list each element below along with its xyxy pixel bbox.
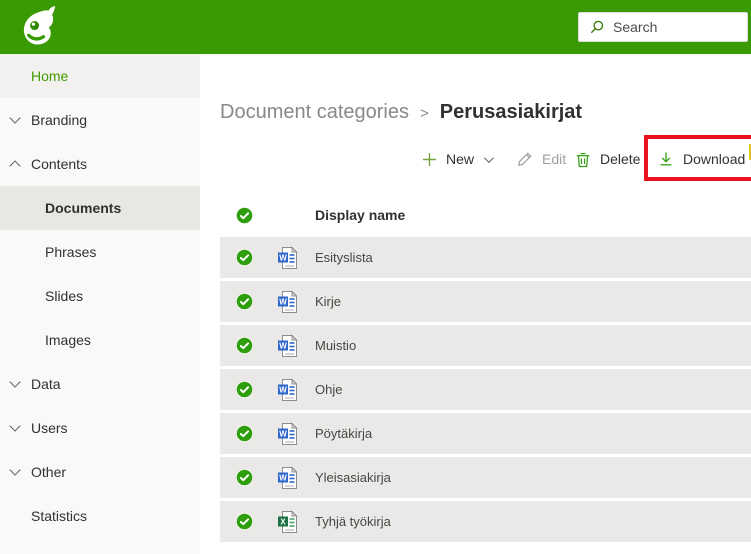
- sidebar-item-images[interactable]: Images: [0, 318, 200, 362]
- sidebar-item-home[interactable]: Home: [0, 54, 200, 98]
- selected-check-icon[interactable]: [236, 381, 253, 398]
- selected-check-icon[interactable]: [236, 249, 253, 266]
- selected-check-icon[interactable]: [236, 425, 253, 442]
- chevron-down-icon: [9, 464, 20, 475]
- selected-check-icon[interactable]: [236, 513, 253, 530]
- search-icon: [589, 19, 605, 35]
- sidebar-item-branding[interactable]: Branding: [0, 98, 200, 142]
- sidebar-item-label: Slides: [45, 288, 83, 304]
- sidebar: Home Branding Contents Documents Phrases…: [0, 54, 200, 554]
- svg-text:W: W: [279, 473, 287, 482]
- download-button-label: Download: [683, 151, 745, 167]
- word-file-icon: W: [277, 422, 298, 446]
- sidebar-item-users[interactable]: Users: [0, 406, 200, 450]
- word-file-icon: W: [277, 466, 298, 490]
- selected-check-icon[interactable]: [236, 337, 253, 354]
- chevron-down-icon: [9, 420, 20, 431]
- search-input[interactable]: [613, 19, 747, 35]
- edit-button[interactable]: Edit: [517, 142, 566, 176]
- table-row[interactable]: W Kirje: [220, 281, 751, 322]
- document-name: Pöytäkirja: [315, 426, 372, 441]
- page-title: Perusasiakirjat: [440, 101, 582, 124]
- search-box[interactable]: [578, 12, 748, 42]
- svg-text:W: W: [279, 429, 287, 438]
- new-button[interactable]: New: [422, 142, 491, 176]
- trash-icon: [575, 151, 591, 168]
- edit-button-label: Edit: [542, 151, 566, 167]
- svg-text:W: W: [279, 341, 287, 350]
- sidebar-item-slides[interactable]: Slides: [0, 274, 200, 318]
- document-name: Ohje: [315, 382, 342, 397]
- svg-text:W: W: [279, 385, 287, 394]
- document-name: Tyhjä työkirja: [315, 514, 391, 529]
- pencil-icon: [517, 151, 533, 167]
- main-content: Document categories > Perusasiakirjat Ne…: [200, 54, 751, 554]
- table-row[interactable]: W Esityslista: [220, 237, 751, 278]
- sidebar-item-label: Documents: [45, 200, 121, 216]
- sidebar-item-label: Other: [31, 464, 66, 480]
- breadcrumb-parent-link[interactable]: Document categories: [220, 101, 409, 124]
- table-row[interactable]: X Tyhjä työkirja: [220, 501, 751, 542]
- chevron-up-icon: [9, 160, 20, 171]
- svg-text:W: W: [279, 297, 287, 306]
- chameleon-logo[interactable]: [18, 4, 58, 51]
- sidebar-item-other[interactable]: Other: [0, 450, 200, 494]
- sidebar-item-data[interactable]: Data: [0, 362, 200, 406]
- sidebar-item-contents[interactable]: Contents: [0, 142, 200, 186]
- select-all-check-icon[interactable]: [236, 207, 253, 224]
- column-header-display-name[interactable]: Display name: [315, 207, 405, 223]
- table-row[interactable]: W Pöytäkirja: [220, 413, 751, 454]
- document-name: Muistio: [315, 338, 356, 353]
- download-button[interactable]: Download: [658, 142, 745, 176]
- sidebar-item-statistics[interactable]: Statistics: [0, 494, 200, 538]
- sidebar-item-label: Branding: [31, 112, 87, 128]
- sidebar-item-label: Phrases: [45, 244, 96, 260]
- svg-text:W: W: [279, 253, 287, 262]
- sidebar-item-label: Contents: [31, 156, 87, 172]
- table-row[interactable]: W Yleisasiakirja: [220, 457, 751, 498]
- app-header: [0, 0, 751, 54]
- sidebar-item-phrases[interactable]: Phrases: [0, 230, 200, 274]
- sidebar-item-label: Home: [31, 68, 68, 84]
- sidebar-item-label: Statistics: [31, 508, 87, 524]
- sidebar-item-label: Images: [45, 332, 91, 348]
- svg-text:X: X: [280, 517, 286, 526]
- plus-icon: [422, 152, 437, 167]
- chevron-down-icon: [484, 153, 494, 163]
- delete-button[interactable]: Delete: [575, 142, 640, 176]
- document-name: Esityslista: [315, 250, 373, 265]
- table-header-row: Display name: [220, 193, 751, 237]
- delete-button-label: Delete: [600, 151, 640, 167]
- word-file-icon: W: [277, 246, 298, 270]
- table-row[interactable]: W Ohje: [220, 369, 751, 410]
- chevron-down-icon: [9, 112, 20, 123]
- new-button-label: New: [446, 151, 474, 167]
- selected-check-icon[interactable]: [236, 293, 253, 310]
- sidebar-item-documents[interactable]: Documents: [0, 186, 200, 230]
- table-row[interactable]: W Muistio: [220, 325, 751, 366]
- sidebar-item-label: Users: [31, 420, 68, 436]
- document-name: Yleisasiakirja: [315, 470, 391, 485]
- document-table: Display name W Esityslista: [220, 193, 751, 545]
- word-file-icon: W: [277, 378, 298, 402]
- chevron-down-icon: [9, 376, 20, 387]
- selected-check-icon[interactable]: [236, 469, 253, 486]
- excel-file-icon: X: [277, 510, 298, 534]
- breadcrumb-separator: >: [420, 105, 429, 122]
- word-file-icon: W: [277, 290, 298, 314]
- document-name: Kirje: [315, 294, 341, 309]
- word-file-icon: W: [277, 334, 298, 358]
- breadcrumb: Document categories > Perusasiakirjat: [220, 101, 582, 124]
- download-icon: [658, 151, 674, 167]
- sidebar-item-label: Data: [31, 376, 61, 392]
